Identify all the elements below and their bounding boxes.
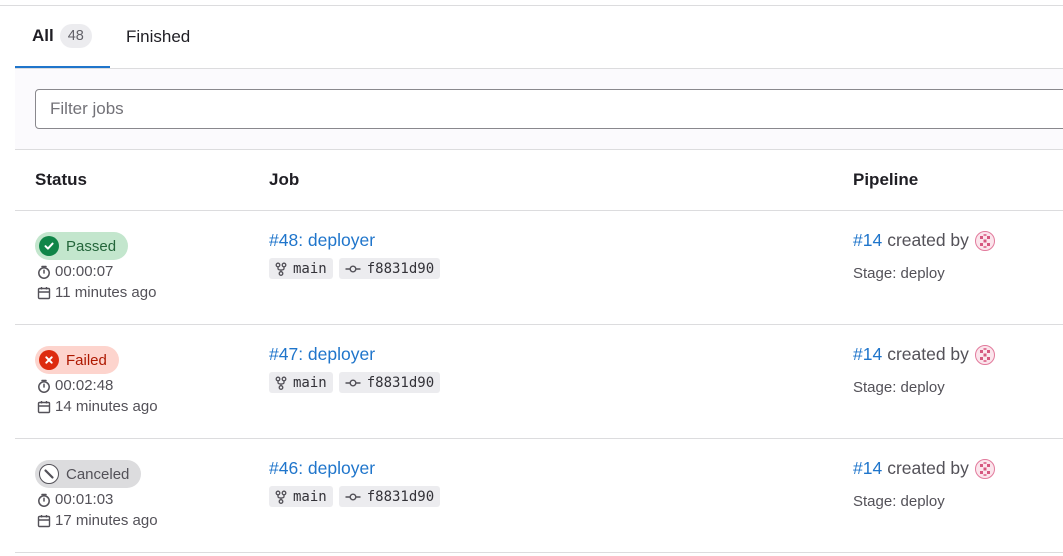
- pipeline-link[interactable]: #14: [853, 458, 882, 479]
- tab-all[interactable]: All 48: [15, 6, 110, 68]
- pipeline-link[interactable]: #14: [853, 230, 882, 251]
- tab-finished-label: Finished: [126, 27, 191, 46]
- commit-icon: [345, 265, 361, 272]
- avatar[interactable]: [974, 230, 995, 251]
- commit-chip[interactable]: f8831d90: [338, 486, 441, 507]
- commit-chip[interactable]: f8831d90: [338, 372, 441, 393]
- table-row: Failed 00:02:48 14 minutes ago #47: depl…: [15, 325, 1063, 439]
- duration-text: 00:00:07: [55, 263, 114, 280]
- status-label: Passed: [66, 237, 117, 255]
- table-row: Passed 00:00:07 11 minutes ago #48: depl…: [15, 211, 1063, 325]
- branch-name: main: [293, 488, 327, 505]
- branch-chip[interactable]: main: [269, 258, 333, 279]
- status-label: Canceled: [66, 465, 130, 483]
- job-finished-time: 17 minutes ago: [37, 512, 158, 529]
- tab-all-label: All: [32, 26, 54, 45]
- job-duration: 00:00:07: [37, 263, 113, 280]
- commit-sha: f8831d90: [366, 374, 435, 391]
- duration-text: 00:02:48: [55, 377, 114, 394]
- duration-text: 00:01:03: [55, 491, 114, 508]
- branch-chip[interactable]: main: [269, 372, 333, 393]
- stage-text: Stage: deploy: [853, 493, 945, 510]
- finished-text: 11 minutes ago: [55, 284, 157, 301]
- commit-icon: [345, 379, 361, 386]
- commit-sha: f8831d90: [366, 488, 435, 505]
- table-row: Canceled 00:01:03 17 minutes ago #46: de…: [15, 439, 1063, 553]
- check-circle-icon: [39, 236, 59, 256]
- calendar-icon: [37, 286, 51, 299]
- finished-text: 14 minutes ago: [55, 398, 158, 415]
- branch-icon: [275, 262, 287, 276]
- job-link[interactable]: #47: deployer: [269, 344, 375, 365]
- column-header-status: Status: [35, 170, 87, 189]
- job-ref-chips: main f8831d90: [269, 258, 441, 279]
- status-badge-canceled[interactable]: Canceled: [35, 460, 142, 488]
- timer-icon: [38, 379, 50, 393]
- stage-text: Stage: deploy: [853, 265, 945, 282]
- tab-all-count-badge: 48: [59, 24, 92, 48]
- timer-icon: [38, 493, 50, 507]
- finished-text: 17 minutes ago: [55, 512, 158, 529]
- job-link[interactable]: #48: deployer: [269, 230, 375, 251]
- branch-icon: [275, 490, 287, 504]
- stage-text: Stage: deploy: [853, 379, 945, 396]
- commit-chip[interactable]: f8831d90: [338, 258, 441, 279]
- jobs-table-header: Status Job Pipeline: [15, 150, 1063, 211]
- job-duration: 00:01:03: [37, 491, 113, 508]
- job-link[interactable]: #46: deployer: [269, 458, 375, 479]
- pipeline-info: #14 created by: [853, 230, 995, 251]
- column-header-pipeline: Pipeline: [853, 170, 919, 189]
- pipeline-info: #14 created by: [853, 344, 995, 365]
- status-badge-passed[interactable]: Passed: [35, 232, 129, 260]
- x-circle-icon: [39, 350, 59, 370]
- status-badge-failed[interactable]: Failed: [35, 346, 119, 374]
- calendar-icon: [37, 400, 51, 413]
- branch-name: main: [293, 260, 327, 277]
- status-label: Failed: [66, 351, 107, 369]
- branch-name: main: [293, 374, 327, 391]
- commit-sha: f8831d90: [366, 260, 435, 277]
- canceled-circle-icon: [39, 464, 59, 484]
- calendar-icon: [37, 514, 51, 527]
- filter-bar: [15, 69, 1063, 150]
- job-tabs: All 48 Finished: [15, 6, 1063, 69]
- column-header-job: Job: [269, 170, 300, 189]
- pipeline-info: #14 created by: [853, 458, 995, 479]
- commit-icon: [345, 493, 361, 500]
- job-finished-time: 14 minutes ago: [37, 398, 158, 415]
- created-by-text: created by: [887, 344, 969, 364]
- branch-chip[interactable]: main: [269, 486, 333, 507]
- created-by-text: created by: [887, 458, 969, 478]
- created-by-text: created by: [887, 230, 969, 250]
- job-finished-time: 11 minutes ago: [37, 284, 156, 301]
- tab-finished[interactable]: Finished: [126, 6, 190, 68]
- avatar[interactable]: [974, 458, 995, 479]
- job-ref-chips: main f8831d90: [269, 486, 441, 507]
- timer-icon: [38, 265, 50, 279]
- job-duration: 00:02:48: [37, 377, 113, 394]
- branch-icon: [275, 376, 287, 390]
- pipeline-link[interactable]: #14: [853, 344, 882, 365]
- job-ref-chips: main f8831d90: [269, 372, 441, 393]
- filter-jobs-input[interactable]: [35, 89, 1063, 129]
- avatar[interactable]: [974, 344, 995, 365]
